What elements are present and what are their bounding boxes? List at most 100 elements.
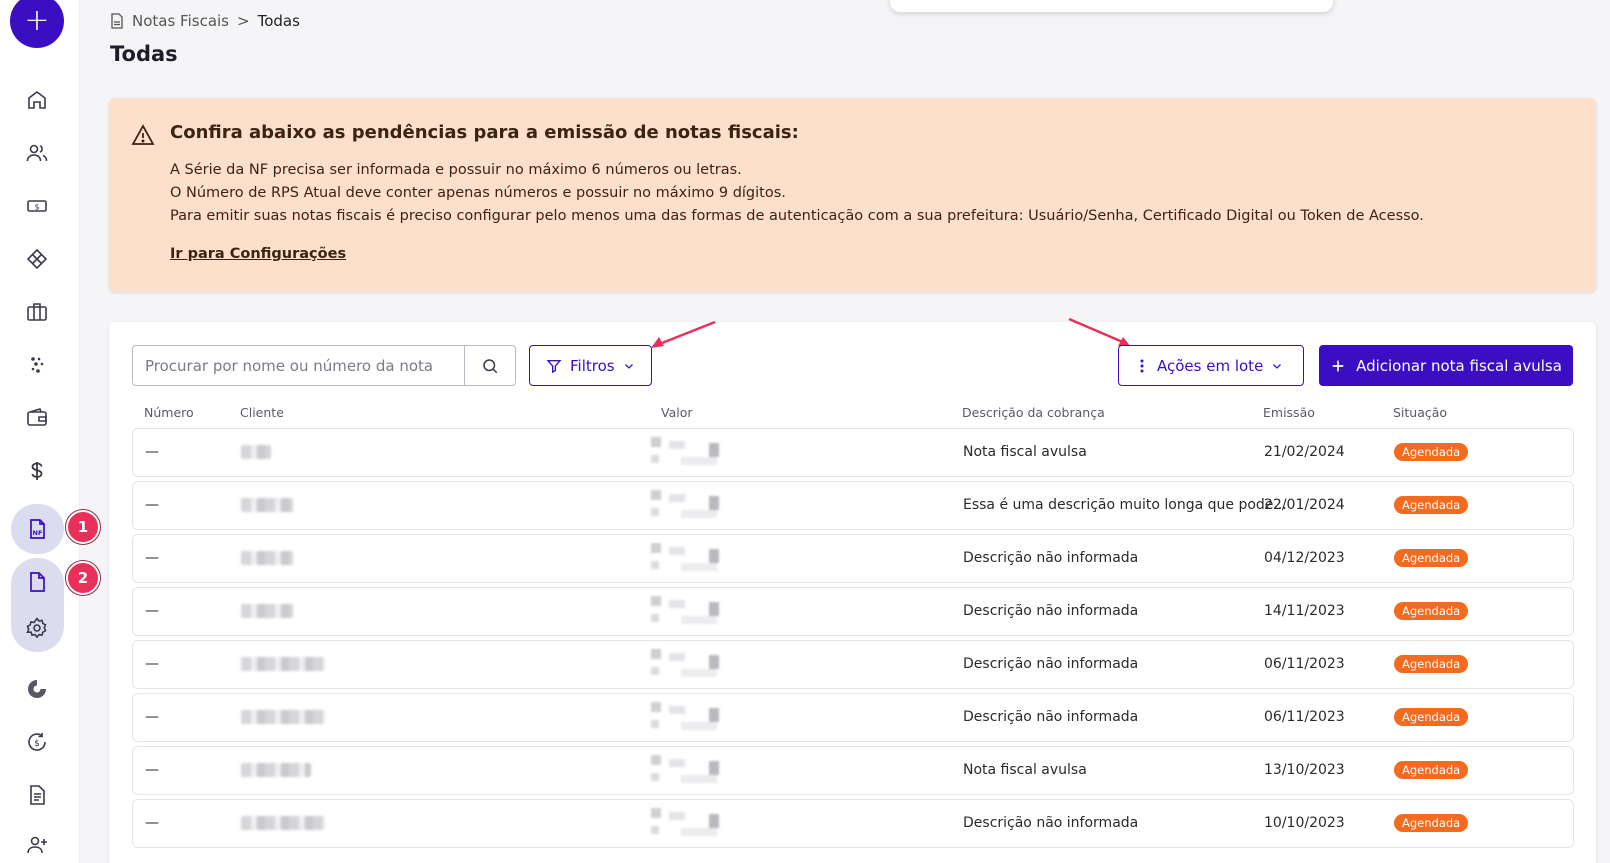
description-cell: Nota fiscal avulsa [963,762,1087,778]
add-invoice-label: Adicionar nota fiscal avulsa [1356,356,1562,375]
value-redacted [651,755,721,785]
filters-button[interactable]: Filtros [529,345,652,386]
value-redacted [651,649,721,679]
client-name-redacted [241,445,271,459]
column-header-situacao: Situação [1393,405,1448,420]
create-button[interactable]: + [10,0,64,48]
issue-date-cell: 13/10/2023 [1264,762,1345,778]
client-name-redacted [241,657,325,671]
numero-cell: — [145,497,159,513]
description-cell: Essa é uma descrição muito longa que pod… [963,497,1287,513]
sidebar: + $ NF 1 2 $ [0,0,100,863]
status-badge: Agendada [1394,602,1469,620]
warning-icon [131,124,155,145]
numero-cell: — [145,603,159,619]
settings-link[interactable]: Ir para Configurações [170,246,346,262]
receipt-icon[interactable] [18,776,56,814]
description-cell: Descrição não informada [963,550,1139,566]
users-icon[interactable] [18,134,56,172]
numero-cell: — [145,762,159,778]
annotation-arrow [651,320,716,348]
table-row[interactable]: — Essa é uma descrição muito longa que p… [132,481,1574,530]
table-row[interactable]: — Descrição não informada 06/11/2023 Age… [132,640,1574,689]
alert-line: O Número de RPS Atual deve conter apenas… [170,185,786,201]
numero-cell: — [145,656,159,672]
breadcrumb-parent[interactable]: Notas Fiscais [132,12,229,30]
client-name-redacted [241,763,311,777]
table-row[interactable]: — Descrição não informada 04/12/2023 Age… [132,534,1574,583]
pix-icon[interactable] [18,240,56,278]
alert-title: Confira abaixo as pendências para a emis… [170,122,799,143]
document-icon[interactable] [18,563,56,601]
table-row[interactable]: — Nota fiscal avulsa 21/02/2024 Agendada [132,428,1574,477]
alert-line: A Série da NF precisa ser informada e po… [170,162,742,178]
numero-cell: — [145,550,159,566]
status-badge: Agendada [1394,549,1469,567]
search-button[interactable] [464,345,516,386]
column-header-descricao: Descrição da cobrança [962,405,1105,420]
client-name-redacted [241,551,293,565]
client-name-redacted [241,604,293,618]
step-badge-2: 2 [66,561,100,595]
column-header-numero: Número [144,405,194,420]
status-badge: Agendada [1394,496,1469,514]
invoices-card: Filtros Ações em lote Adicionar nota fis… [109,317,1596,863]
svg-text:$: $ [34,739,40,749]
add-invoice-button[interactable]: Adicionar nota fiscal avulsa [1319,345,1573,386]
svg-text:NF: NF [33,529,43,537]
value-redacted [651,702,721,732]
svg-text:$: $ [34,203,39,212]
issue-date-cell: 04/12/2023 [1264,550,1345,566]
filter-icon [546,359,562,373]
issue-date-cell: 10/10/2023 [1264,815,1345,831]
bulk-actions-label: Ações em lote [1157,356,1264,375]
status-badge: Agendada [1394,761,1469,779]
more-vertical-icon [1140,359,1144,372]
status-badge: Agendada [1394,655,1469,673]
value-redacted [651,543,721,573]
client-name-redacted [241,710,325,724]
pending-alert: Confira abaixo as pendências para a emis… [109,98,1596,292]
column-header-valor: Valor [661,405,693,420]
pie-chart-icon[interactable] [18,670,56,708]
search-input[interactable] [132,345,486,386]
description-cell: Descrição não informada [963,709,1139,725]
plus-icon [1332,360,1344,371]
money-icon[interactable]: $ [18,187,56,225]
numero-cell: — [145,444,159,460]
value-redacted [651,490,721,520]
column-header-emissao: Emissão [1263,405,1315,420]
gear-icon[interactable] [18,609,56,647]
description-cell: Descrição não informada [963,603,1139,619]
table-row[interactable]: — Descrição não informada 14/11/2023 Age… [132,587,1574,636]
breadcrumb-current: Todas [257,12,300,30]
client-name-redacted [241,816,325,830]
search-icon [483,358,498,373]
issue-date-cell: 06/11/2023 [1264,709,1345,725]
status-badge: Agendada [1394,708,1469,726]
briefcase-icon[interactable] [18,293,56,331]
popup-edge [890,0,1333,12]
table-row[interactable]: — Nota fiscal avulsa 13/10/2023 Agendada [132,746,1574,795]
home-icon[interactable] [18,81,56,119]
add-user-icon[interactable] [18,826,56,863]
issue-date-cell: 22/01/2024 [1264,497,1345,513]
cashback-icon[interactable]: $ [18,723,56,761]
filters-label: Filtros [570,356,615,375]
breadcrumb-separator: > [237,12,250,30]
value-redacted [651,437,721,467]
table-row[interactable]: — Descrição não informada 06/11/2023 Age… [132,693,1574,742]
value-redacted [651,808,721,838]
numero-cell: — [145,815,159,831]
description-cell: Nota fiscal avulsa [963,444,1087,460]
wallet-icon[interactable] [18,399,56,437]
dollar-icon[interactable] [18,452,56,490]
bulk-actions-button[interactable]: Ações em lote [1118,345,1304,386]
invoice-nf-icon[interactable]: NF [18,510,56,548]
chevron-down-icon [1273,363,1282,369]
invoice-doc-icon [111,13,123,29]
dots-cluster-icon[interactable] [18,346,56,384]
table-row[interactable]: — Descrição não informada 10/10/2023 Age… [132,799,1574,848]
breadcrumb: Notas Fiscais > Todas [110,12,300,30]
status-badge: Agendada [1394,814,1469,832]
